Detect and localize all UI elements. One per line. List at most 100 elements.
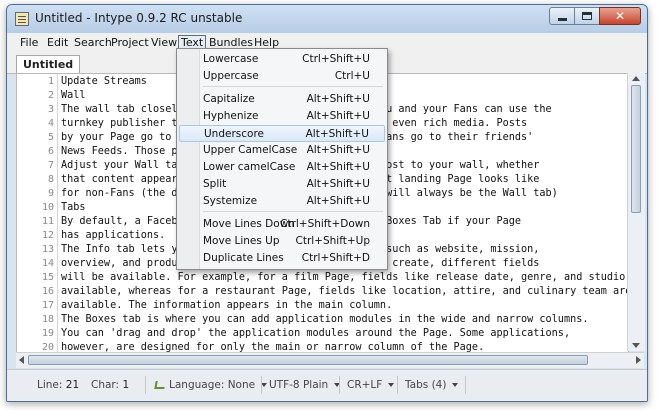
menu-item-hyphenize[interactable]: Hyphenize Alt+Shift+U xyxy=(179,108,385,125)
encoding-selector[interactable]: UTF-8 Plain xyxy=(269,379,341,391)
menu-item-capitalize[interactable]: Capitalize Alt+Shift+U xyxy=(179,91,385,108)
encoding-label: UTF-8 Plain xyxy=(269,379,329,391)
menu-edit[interactable]: Edit xyxy=(44,35,71,50)
menu-item-shortcut: Alt+Shift+U xyxy=(306,110,370,122)
menu-separator xyxy=(203,211,383,212)
menu-item-label: Uppercase xyxy=(203,70,259,82)
title-bar[interactable]: Untitled - Intype 0.9.2 RC unstable ✕ xyxy=(7,5,647,33)
menu-file[interactable]: File xyxy=(17,35,41,50)
line-ending-label: CR+LF xyxy=(347,379,383,391)
line-ending-selector[interactable]: CR+LF xyxy=(347,379,395,391)
menu-item-shortcut: Ctrl+Shift+D xyxy=(301,252,370,264)
dropdown-caret-icon xyxy=(452,383,459,387)
minimize-button[interactable] xyxy=(549,7,575,25)
tab-size-label: Tabs (4) xyxy=(405,379,447,391)
line-position: Line: 21 xyxy=(37,379,79,391)
vertical-scrollbar[interactable] xyxy=(627,73,645,351)
menu-item-label: Lowercase xyxy=(203,53,259,65)
menu-item-duplicate-lines[interactable]: Duplicate Lines Ctrl+Shift+D xyxy=(179,250,385,267)
code-line[interactable]: The Boxes tab is where you can add appli… xyxy=(61,313,588,327)
line-number: 3 xyxy=(47,104,54,115)
code-line[interactable]: has applications. xyxy=(61,229,165,243)
line-number-gutter: 1 2 3 4 5 6 7 8 9 10 11 12 13 14 15 16 17 18 19 20 xyxy=(17,74,58,352)
code-line[interactable]: Wall xyxy=(61,89,86,103)
code-line[interactable]: Tabs xyxy=(61,201,86,215)
menu-item-underscore[interactable]: Underscore Alt+Shift+U xyxy=(179,125,385,142)
language-selector[interactable]: Language: None xyxy=(155,379,268,391)
menu-item-shortcut: Alt+Shift+U xyxy=(305,128,369,140)
code-line[interactable]: Update Streams xyxy=(61,75,147,89)
menu-item-move-lines-down[interactable]: Move Lines Down Ctrl+Shift+Down xyxy=(179,216,385,233)
menu-item-label: Move Lines Up xyxy=(203,235,280,247)
window-controls: ✕ xyxy=(549,7,641,25)
menu-item-label: Duplicate Lines xyxy=(203,252,284,264)
menu-item-label: Split xyxy=(203,178,227,190)
language-label: Language: None xyxy=(169,379,256,391)
line-number: 12 xyxy=(41,230,54,241)
close-icon: ✕ xyxy=(614,9,626,23)
status-bar: Line: 21 Char: 1 Language: None UTF-8 Pl… xyxy=(7,369,647,401)
status-divider xyxy=(261,376,262,394)
line-number: 2 xyxy=(47,90,54,101)
maximize-icon xyxy=(582,12,592,20)
line-value: 21 xyxy=(65,379,80,391)
tab-size-selector[interactable]: Tabs (4) xyxy=(405,379,459,391)
tab-untitled[interactable]: Untitled xyxy=(16,55,81,74)
line-number: 7 xyxy=(47,160,54,171)
menu-item-lowercase[interactable]: Lowercase Ctrl+Shift+U xyxy=(179,51,385,68)
line-number: 19 xyxy=(41,328,54,339)
status-divider xyxy=(465,376,466,394)
line-number: 17 xyxy=(41,300,54,311)
horizontal-scrollbar[interactable] xyxy=(16,352,644,368)
menu-item-shortcut: Alt+Shift+U xyxy=(306,144,370,156)
line-number: 1 xyxy=(47,76,54,87)
code-line[interactable]: available, whereas for a restaurant Page… xyxy=(61,285,628,299)
menu-item-shortcut: Ctrl+Shift+U xyxy=(302,53,370,65)
minimize-icon xyxy=(558,18,567,21)
code-line[interactable]: will be available. For example, for a fi… xyxy=(61,271,628,285)
vertical-scroll-thumb[interactable] xyxy=(631,85,641,213)
maximize-button[interactable] xyxy=(574,7,600,25)
scroll-left-arrow-icon[interactable] xyxy=(19,356,24,364)
line-number: 13 xyxy=(41,244,54,255)
code-line[interactable]: available. The information appears in th… xyxy=(61,299,392,313)
menu-item-shortcut: Alt+Shift+U xyxy=(306,178,370,190)
char-value: 1 xyxy=(122,379,130,391)
menu-item-systemize[interactable]: Systemize Alt+Shift+U xyxy=(179,193,385,210)
char-label: Char: xyxy=(91,379,120,391)
menu-item-shortcut: Ctrl+Shift+Down xyxy=(280,218,370,230)
code-line[interactable]: You can 'drag and drop' the application … xyxy=(61,327,570,341)
app-document-icon xyxy=(15,12,29,26)
line-number: 8 xyxy=(47,174,54,185)
line-number: 11 xyxy=(41,216,54,227)
language-icon xyxy=(155,380,165,389)
menu-item-upper-camelcase[interactable]: Upper CamelCase Alt+Shift+U xyxy=(179,142,385,159)
scroll-down-arrow-icon[interactable] xyxy=(632,343,640,348)
dropdown-caret-icon xyxy=(388,383,395,387)
menu-item-move-lines-up[interactable]: Move Lines Up Ctrl+Shift+Up xyxy=(179,233,385,250)
menu-item-label: Systemize xyxy=(203,195,258,207)
menu-item-shortcut: Alt+Shift+U xyxy=(306,161,370,173)
line-number: 18 xyxy=(41,314,54,325)
line-number: 16 xyxy=(41,286,54,297)
menu-item-lower-camelcase[interactable]: Lower camelCase Alt+Shift+U xyxy=(179,159,385,176)
window-title: Untitled - Intype 0.9.2 RC unstable xyxy=(35,11,243,25)
close-button[interactable]: ✕ xyxy=(599,7,641,25)
line-number: 5 xyxy=(47,132,54,143)
menu-item-label: Lower camelCase xyxy=(203,161,296,173)
menu-item-shortcut: Ctrl+U xyxy=(334,70,370,82)
line-number: 10 xyxy=(41,202,54,213)
menu-item-label: Upper CamelCase xyxy=(203,144,298,156)
menu-project[interactable]: Project xyxy=(108,35,152,50)
menu-item-split[interactable]: Split Alt+Shift+U xyxy=(179,176,385,193)
horizontal-scroll-thumb[interactable] xyxy=(28,355,588,365)
status-divider xyxy=(397,376,398,394)
scroll-up-arrow-icon[interactable] xyxy=(632,76,640,81)
line-number: 6 xyxy=(47,146,54,157)
line-number: 15 xyxy=(41,272,54,283)
menu-item-uppercase[interactable]: Uppercase Ctrl+U xyxy=(179,68,385,85)
status-divider xyxy=(339,376,340,394)
menu-item-shortcut: Alt+Shift+U xyxy=(306,195,370,207)
scroll-right-arrow-icon[interactable] xyxy=(636,356,641,364)
menu-item-label: Underscore xyxy=(204,128,264,140)
